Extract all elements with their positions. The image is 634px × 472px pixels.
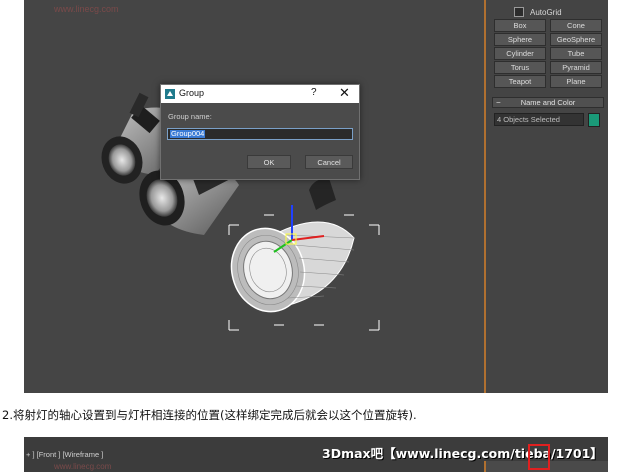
geosphere-button[interactable]: GeoSphere	[550, 33, 602, 46]
cancel-button[interactable]: Cancel	[305, 155, 353, 169]
name-and-color-title: Name and Color	[520, 98, 576, 107]
tube-button[interactable]: Tube	[550, 47, 602, 60]
help-icon[interactable]: ?	[311, 87, 317, 98]
command-panel: AutoGrid Box Cone Sphere GeoSphere Cylin…	[484, 0, 608, 393]
collapse-icon: −	[496, 98, 501, 107]
pyramid-button[interactable]: Pyramid	[550, 61, 602, 74]
viewport-label[interactable]: + ] [Front ] [Wireframe ]	[26, 450, 103, 459]
autogrid-label: AutoGrid	[530, 7, 562, 17]
close-icon[interactable]: ✕	[339, 85, 350, 101]
teapot-button[interactable]: Teapot	[494, 75, 546, 88]
primitive-buttons: Box Cone Sphere GeoSphere Cylinder Tube …	[494, 19, 602, 88]
group-name-label: Group name:	[168, 112, 212, 121]
3dsmax-app-icon	[165, 89, 175, 99]
cylinder-button[interactable]: Cylinder	[494, 47, 546, 60]
max-screenshot-bottom: + ] [Front ] [Wireframe ] www.linecg.com…	[24, 437, 608, 472]
selected-spotlight-wireframe[interactable]	[222, 205, 380, 331]
autogrid-row[interactable]: AutoGrid	[514, 6, 562, 18]
site-banner: 3Dmax吧【www.linecg.com/tieba/1701】	[322, 446, 603, 461]
group-name-input[interactable]: Group004	[167, 128, 353, 140]
light-pole[interactable]	[309, 178, 336, 210]
spotlight-scene	[101, 92, 380, 331]
dialog-titlebar[interactable]: Group ? ✕	[161, 85, 359, 103]
viewport-watermark-2: www.linecg.com	[54, 462, 112, 471]
group-dialog: Group ? ✕ Group name: Group004 OK Cancel	[160, 84, 360, 180]
object-name-field[interactable]: 4 Objects Selected	[494, 113, 584, 126]
highlight-box	[528, 444, 550, 470]
step-caption: 2.将射灯的轴心设置到与灯杆相连接的位置(这样绑定完成后就会以这个位置旋转).	[2, 408, 417, 422]
max-screenshot-top: www.linecg.com AutoGrid Box Cone Sphere …	[24, 0, 608, 393]
dialog-title: Group	[179, 88, 205, 98]
box-button[interactable]: Box	[494, 19, 546, 32]
object-color-swatch[interactable]	[588, 113, 600, 127]
sphere-button[interactable]: Sphere	[494, 33, 546, 46]
autogrid-checkbox[interactable]	[514, 7, 524, 17]
cone-button[interactable]: Cone	[550, 19, 602, 32]
group-name-value: Group004	[170, 129, 206, 138]
torus-button[interactable]: Torus	[494, 61, 546, 74]
ok-button[interactable]: OK	[247, 155, 291, 169]
name-and-color-rollout[interactable]: − Name and Color	[492, 97, 604, 108]
perspective-viewport[interactable]: www.linecg.com	[24, 0, 484, 393]
plane-button[interactable]: Plane	[550, 75, 602, 88]
